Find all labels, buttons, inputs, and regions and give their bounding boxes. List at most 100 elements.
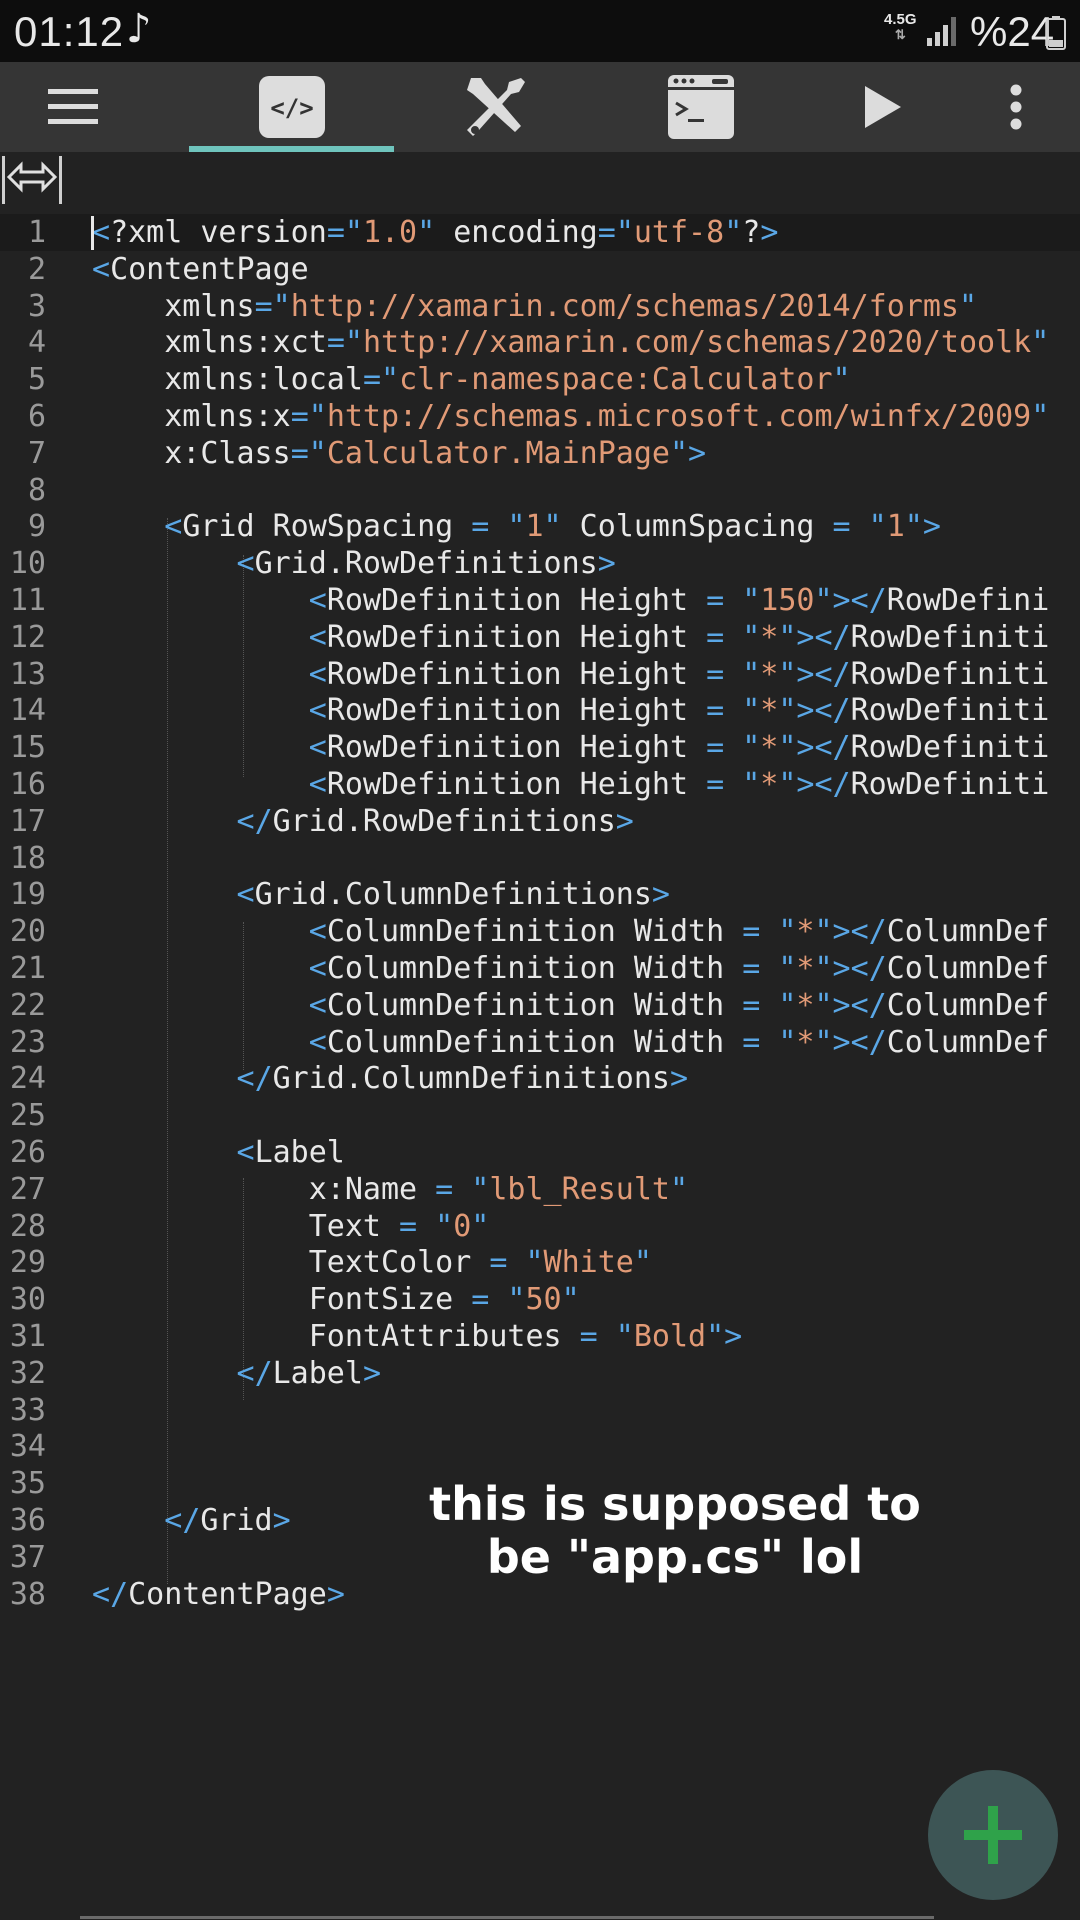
menu-icon	[48, 89, 98, 124]
editor-subbar	[0, 152, 1080, 210]
code-line[interactable]: 19 <Grid.ColumnDefinitions>	[0, 876, 1080, 913]
code-text: xmlns:x="http://schemas.microsoft.com/wi…	[92, 399, 1050, 434]
code-text: </Grid.ColumnDefinitions>	[236, 1061, 689, 1097]
status-bar: 01:12 ♪ 4.5G ⇅ %24	[0, 0, 1080, 62]
code-text: x:Name = "lbl_Result"	[92, 1171, 689, 1207]
line-number: 31	[9, 1319, 46, 1354]
tab-code-editor[interactable]: </>	[246, 62, 338, 152]
code-line[interactable]: 14 <RowDefinition Height = "*"></RowDefi…	[0, 692, 1080, 729]
line-number: 16	[9, 767, 46, 802]
code-line[interactable]: 3 xmlns="http://xamarin.com/schemas/2014…	[0, 288, 1080, 325]
code-line[interactable]: 9 <Grid RowSpacing = "1" ColumnSpacing =…	[0, 508, 1080, 545]
code-text: <ColumnDefinition Width = "*"></ColumnDe…	[308, 914, 1050, 950]
code-line[interactable]: 6 xmlns:x="http://schemas.microsoft.com/…	[0, 398, 1080, 435]
line-number: 36	[9, 1503, 46, 1538]
code-text: x:Class="Calculator.MainPage">	[92, 435, 707, 471]
code-text: <ColumnDefinition Width = "*"></ColumnDe…	[308, 951, 1050, 986]
caption-line-2: be "app.cs" lol	[486, 1530, 864, 1584]
code-line[interactable]: 8	[0, 472, 1080, 509]
line-number: 11	[9, 583, 46, 618]
horizontal-resize-button[interactable]	[2, 156, 62, 204]
menu-button[interactable]	[30, 62, 116, 152]
code-text: <RowDefinition Height = "*"></RowDefinit…	[308, 693, 1050, 729]
run-button[interactable]	[860, 62, 906, 152]
code-text: <Grid.RowDefinitions>	[236, 546, 616, 582]
code-text: </Label>	[236, 1355, 382, 1391]
code-text: <ContentPage	[92, 251, 309, 287]
line-number: 26	[9, 1135, 46, 1170]
run-icon	[865, 86, 901, 128]
line-number: 8	[27, 472, 46, 508]
code-line[interactable]: 30 FontSize = "50"	[0, 1281, 1080, 1318]
code-text: </Grid.RowDefinitions>	[236, 803, 634, 839]
code-editor[interactable]: 1 <?xml version="1.0" encoding="utf-8"?> 2…	[0, 214, 1080, 1614]
tools-icon	[467, 78, 525, 136]
line-number: 10	[9, 546, 46, 582]
line-number: 2	[27, 251, 46, 287]
code-line[interactable]: 26 <Label	[0, 1134, 1080, 1171]
code-text: FontAttributes = "Bold">	[92, 1319, 743, 1354]
code-line[interactable]: 4 xmlns:xct="http://xamarin.com/schemas/…	[0, 324, 1080, 361]
line-number: 22	[9, 987, 46, 1023]
code-line[interactable]: 2 <ContentPage	[0, 251, 1080, 288]
code-text: <RowDefinition Height = "*"></RowDefinit…	[308, 656, 1050, 692]
line-number: 25	[9, 1098, 46, 1134]
line-number: 5	[27, 362, 46, 398]
code-line[interactable]: 12 <RowDefinition Height = "*"></RowDefi…	[0, 619, 1080, 656]
line-number: 34	[9, 1429, 46, 1465]
tools-button[interactable]	[456, 62, 536, 152]
code-line[interactable]: 27 x:Name = "lbl_Result"	[0, 1171, 1080, 1208]
code-text: <ColumnDefinition Width = "*"></ColumnDe…	[308, 987, 1050, 1023]
code-editor-icon: </>	[259, 76, 325, 138]
code-line[interactable]: 16 <RowDefinition Height = "*"></RowDefi…	[0, 766, 1080, 803]
code-line[interactable]: 15 <RowDefinition Height = "*"></RowDefi…	[0, 729, 1080, 766]
status-time: 01:12	[14, 8, 125, 55]
code-line[interactable]: 32 </Label>	[0, 1355, 1080, 1392]
line-number: 18	[9, 840, 46, 876]
line-number: 14	[9, 693, 46, 729]
code-line[interactable]: 24 </Grid.ColumnDefinitions>	[0, 1060, 1080, 1097]
line-number: 24	[9, 1061, 46, 1097]
signal-icon	[927, 17, 956, 46]
code-line[interactable]: 18	[0, 840, 1080, 877]
code-line[interactable]: 13 <RowDefinition Height = "*"></RowDefi…	[0, 656, 1080, 693]
screen: 01:12 ♪ 4.5G ⇅ %24 </> 1 <?xml version="…	[0, 0, 1080, 1920]
line-number: 15	[9, 730, 46, 766]
code-line[interactable]: 5 xmlns:local="clr-namespace:Calculator"	[0, 361, 1080, 398]
more-options-button[interactable]	[996, 62, 1036, 152]
line-number: 29	[9, 1245, 46, 1281]
code-line[interactable]: 10 <Grid.RowDefinitions>	[0, 545, 1080, 582]
text-caret	[91, 216, 94, 250]
line-number: 6	[27, 399, 46, 434]
code-line[interactable]: 31 FontAttributes = "Bold">	[0, 1318, 1080, 1355]
more-icon	[1010, 84, 1022, 130]
code-line[interactable]: 34	[0, 1428, 1080, 1465]
code-line[interactable]: 29 TextColor = "White"	[0, 1244, 1080, 1281]
code-line[interactable]: 22 <ColumnDefinition Width = "*"></Colum…	[0, 987, 1080, 1024]
network-type: 4.5G	[884, 11, 917, 28]
code-line[interactable]: 23 <ColumnDefinition Width = "*"></Colum…	[0, 1024, 1080, 1061]
code-line[interactable]: 25	[0, 1097, 1080, 1134]
bottom-scroll-indicator	[80, 1916, 934, 1919]
plus-icon	[964, 1806, 1022, 1864]
terminal-button[interactable]	[666, 62, 736, 152]
code-line[interactable]: 28 Text = "0"	[0, 1208, 1080, 1245]
svg-text:</>: </>	[270, 94, 313, 122]
code-line[interactable]: 11 <RowDefinition Height = "150"></RowDe…	[0, 582, 1080, 619]
code-line[interactable]: 33	[0, 1392, 1080, 1429]
code-line[interactable]: 21 <ColumnDefinition Width = "*"></Colum…	[0, 950, 1080, 987]
code-text: Text = "0"	[92, 1208, 490, 1244]
code-text: <RowDefinition Height = "*"></RowDefinit…	[308, 730, 1050, 766]
code-line[interactable]: 17 </Grid.RowDefinitions>	[0, 803, 1080, 840]
horizontal-resize-icon	[6, 161, 58, 193]
line-number: 4	[27, 325, 46, 361]
code-line[interactable]: 1 <?xml version="1.0" encoding="utf-8"?>	[0, 214, 1080, 251]
code-line[interactable]: 20 <ColumnDefinition Width = "*"></Colum…	[0, 913, 1080, 950]
code-text: xmlns:xct="http://xamarin.com/schemas/20…	[92, 325, 1050, 361]
line-number: 7	[27, 435, 46, 471]
add-button[interactable]	[928, 1770, 1058, 1900]
code-line[interactable]: 7 x:Class="Calculator.MainPage">	[0, 435, 1080, 472]
overlay-caption: this is supposed to be "app.cs" lol	[330, 1478, 1020, 1584]
code-text: <?xml version="1.0" encoding="utf-8"?>	[92, 215, 779, 250]
line-number: 35	[9, 1466, 46, 1502]
